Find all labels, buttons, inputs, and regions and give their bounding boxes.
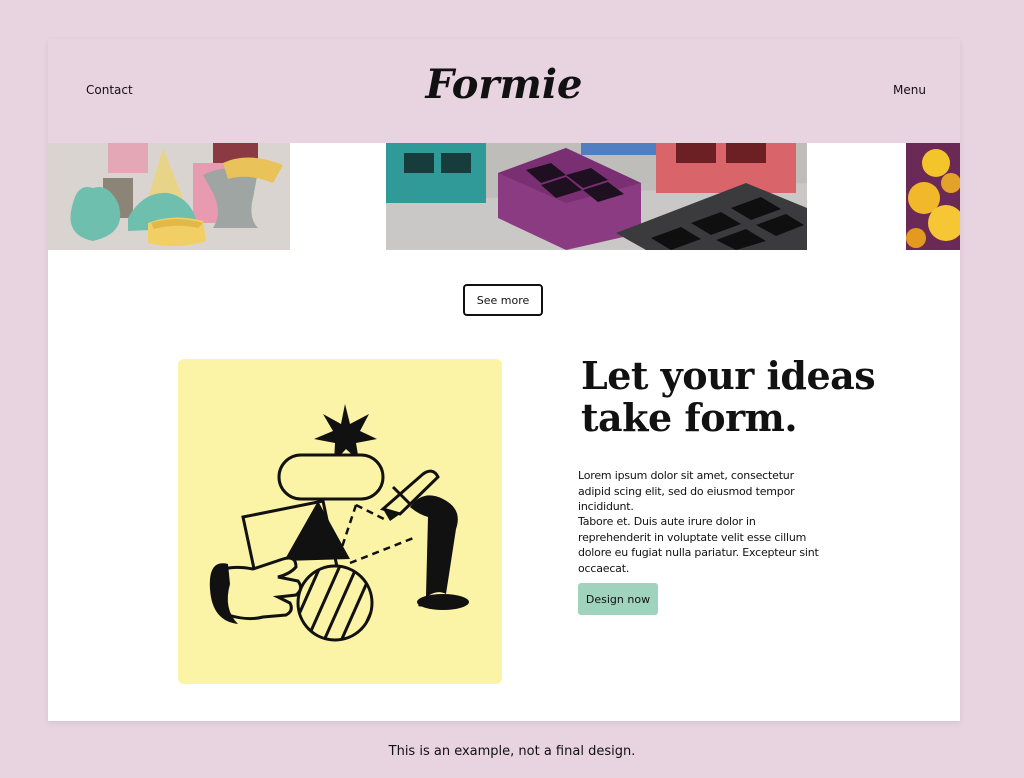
menu-link[interactable]: Menu <box>893 83 926 97</box>
trays-photo[interactable] <box>386 143 807 250</box>
feature-paragraph-2: Tabore et. Duis aute irure dolor in repr… <box>578 515 819 575</box>
footnote: This is an example, not a final design. <box>388 744 636 759</box>
feature-headline: Let your ideas take form. <box>581 353 876 440</box>
feature-paragraph-1: Lorem ipsum dolor sit amet, consectetur … <box>578 469 795 513</box>
photo-gallery <box>48 143 960 250</box>
illustration-card <box>178 359 502 684</box>
candles-photo[interactable] <box>48 143 290 250</box>
site-logo[interactable]: Formie <box>48 61 960 108</box>
page-frame: Contact Formie Menu See more Let your id… <box>48 39 960 721</box>
ideas-illustration <box>209 404 469 642</box>
site-header: Contact Formie Menu <box>48 39 960 143</box>
design-now-button[interactable]: Design now <box>578 583 658 615</box>
see-more-button[interactable]: See more <box>463 284 543 316</box>
flowers-photo[interactable] <box>906 143 960 250</box>
